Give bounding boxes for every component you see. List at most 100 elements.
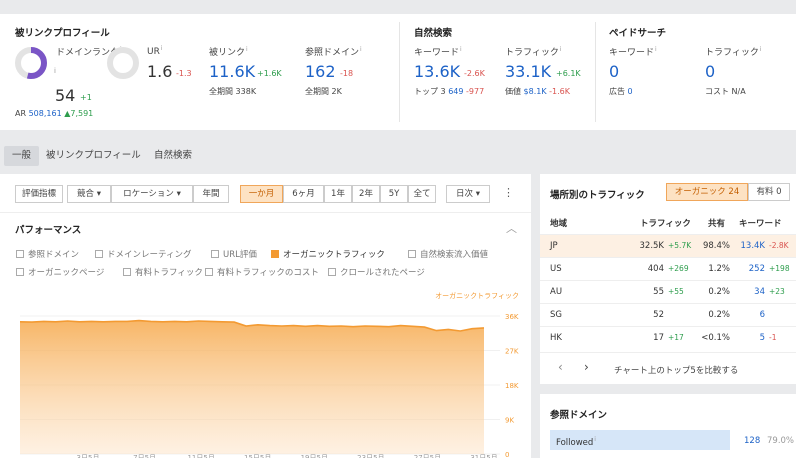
paid-traffic-label[interactable]: トラフィックi bbox=[705, 45, 762, 58]
refdomains-card-title: 参照ドメイン bbox=[550, 410, 608, 421]
metric-checkbox[interactable]: ドメインレーティング bbox=[95, 248, 192, 260]
header-keywords[interactable]: キーワード bbox=[739, 217, 782, 229]
paid-traffic-value[interactable]: 0 bbox=[705, 62, 715, 81]
divider bbox=[540, 352, 796, 353]
refdomains-alltime: 全期間 2K bbox=[305, 87, 342, 96]
backlinks-value[interactable]: 11.6K bbox=[209, 62, 255, 81]
tab-organic-search[interactable]: 自然検索 bbox=[146, 146, 200, 166]
range-button[interactable]: 全て bbox=[408, 185, 436, 203]
organic-title: 自然検索 bbox=[414, 28, 453, 39]
ur-label[interactable]: URi bbox=[147, 45, 163, 57]
checkbox-icon[interactable] bbox=[328, 268, 336, 276]
checkbox-label: 参照ドメイン bbox=[28, 250, 80, 260]
organic-traffic-delta: +6.1K bbox=[556, 69, 581, 78]
checkbox-label: クロールされたページ bbox=[340, 268, 425, 278]
checkbox-icon[interactable] bbox=[16, 268, 24, 276]
keywords-cell[interactable]: 34 bbox=[754, 287, 765, 297]
organic-kw-value[interactable]: 13.6K bbox=[414, 62, 460, 81]
checkbox-icon[interactable] bbox=[123, 268, 131, 276]
header-share[interactable]: 共有 bbox=[708, 217, 725, 229]
dr-delta: +1 bbox=[80, 93, 92, 102]
share-cell: 98.4% bbox=[702, 241, 730, 251]
paid-title: ペイドサーチ bbox=[609, 28, 667, 39]
table-row[interactable]: AU 55 +55 0.2% 34 +23 bbox=[540, 280, 796, 303]
metric-checkbox[interactable]: オーガニックトラフィック bbox=[271, 248, 385, 260]
compare-top5-link[interactable]: チャート上のトップ5を比較する bbox=[614, 364, 738, 376]
collapse-chevron-icon[interactable]: ︿ bbox=[506, 220, 517, 236]
paid-cost: コスト N/A bbox=[705, 87, 746, 96]
checkbox-icon[interactable] bbox=[271, 250, 279, 258]
checkbox-icon[interactable] bbox=[16, 250, 24, 258]
traffic-delta: +269 bbox=[668, 264, 689, 273]
range-button[interactable]: 5Y bbox=[380, 185, 408, 203]
metric-checkbox[interactable]: 自然検索流入価値 bbox=[408, 248, 488, 260]
interval-dropdown[interactable]: 日次 ▾ bbox=[446, 185, 490, 203]
y-tick-label: 9K bbox=[505, 417, 514, 425]
backlinks-label[interactable]: 被リンクi bbox=[209, 45, 248, 58]
ur-value: 1.6 bbox=[147, 62, 173, 81]
keywords-delta: -2.8K bbox=[769, 241, 789, 250]
tab-general[interactable]: 一般 bbox=[4, 146, 40, 166]
x-tick-label: 11日5月 bbox=[187, 454, 214, 458]
table-row[interactable]: JP 32.5K +5.7K 98.4% 13.4K -2.8K bbox=[540, 234, 796, 257]
metric-checkbox[interactable]: URL評価 bbox=[211, 248, 257, 260]
range-button[interactable]: 一か月 bbox=[240, 185, 283, 203]
location-dropdown[interactable]: ロケーション ▾ bbox=[111, 185, 193, 203]
table-row[interactable]: US 404 +269 1.2% 252 +198 bbox=[540, 257, 796, 280]
checkbox-icon[interactable] bbox=[408, 250, 416, 258]
metric-checkbox[interactable]: 有料トラフィックのコスト bbox=[205, 266, 319, 278]
followed-count[interactable]: 128 bbox=[744, 436, 760, 446]
metric-checkbox[interactable]: クロールされたページ bbox=[328, 266, 425, 278]
table-row[interactable]: HK 17 +17 <0.1% 5 -1 bbox=[540, 326, 796, 349]
more-options-icon[interactable]: ⋮ bbox=[503, 186, 514, 199]
keywords-cell[interactable]: 5 bbox=[760, 333, 765, 343]
backlinks-delta: +1.6K bbox=[257, 69, 282, 78]
prev-chevron-icon[interactable]: ‹ bbox=[558, 360, 563, 374]
range-button[interactable]: 1年 bbox=[324, 185, 352, 203]
metric-checkbox[interactable]: 有料トラフィック bbox=[123, 266, 203, 278]
dr-info-icon[interactable]: i bbox=[54, 67, 56, 75]
traffic-area bbox=[20, 320, 484, 454]
keywords-cell[interactable]: 13.4K bbox=[741, 241, 766, 251]
header-traffic[interactable]: トラフィック bbox=[640, 217, 691, 229]
keywords-delta: +198 bbox=[769, 264, 790, 273]
next-chevron-icon[interactable]: › bbox=[584, 360, 589, 374]
x-tick-label: 23日5月 bbox=[357, 454, 384, 458]
tab-backlink-profile[interactable]: 被リンクプロフィール bbox=[38, 146, 149, 166]
traffic-title: 場所別のトラフィック bbox=[550, 190, 645, 201]
organic-toggle-button[interactable]: オーガニック 24 bbox=[666, 183, 748, 201]
followed-label[interactable]: Followedi bbox=[556, 436, 596, 448]
x-tick-label: 15日5月 bbox=[244, 454, 271, 458]
backlink-title: 被リンクプロフィール bbox=[15, 28, 110, 39]
refdomains-label[interactable]: 参照ドメインi bbox=[305, 45, 362, 58]
table-row[interactable]: SG 52 0.2% 6 bbox=[540, 303, 796, 326]
checkbox-icon[interactable] bbox=[211, 250, 219, 258]
range-button[interactable]: 6ヶ月 bbox=[283, 185, 324, 203]
checkbox-label: オーガニックトラフィック bbox=[283, 250, 385, 260]
checkbox-label: 有料トラフィックのコスト bbox=[217, 268, 319, 278]
refdomains-card: 参照ドメイン Followedi 128 79.0% bbox=[540, 394, 796, 458]
metrics-button[interactable]: 評価指標 bbox=[15, 185, 63, 203]
competitors-dropdown[interactable]: 競合 ▾ bbox=[67, 185, 111, 203]
organic-traffic-label[interactable]: トラフィックi bbox=[505, 45, 562, 58]
paid-kw-value[interactable]: 0 bbox=[609, 62, 619, 81]
organic-kw-label[interactable]: キーワードi bbox=[414, 45, 462, 58]
range-button[interactable]: 2年 bbox=[352, 185, 380, 203]
annual-button[interactable]: 年間 bbox=[193, 185, 229, 203]
divider bbox=[595, 22, 596, 122]
checkbox-icon[interactable] bbox=[95, 250, 103, 258]
metric-checkbox[interactable]: 参照ドメイン bbox=[16, 248, 79, 260]
traffic-cell: 17 bbox=[653, 333, 664, 343]
paid-kw-label[interactable]: キーワードi bbox=[609, 45, 657, 58]
performance-chart: 36K 27K 18K 9K 0 オーガニックトラフィック 3日5月 7日5月 11日5月 15日… bbox=[19, 291, 519, 458]
keywords-cell[interactable]: 6 bbox=[760, 310, 765, 320]
share-cell: 1.2% bbox=[708, 264, 730, 274]
checkbox-icon[interactable] bbox=[205, 268, 213, 276]
header-location[interactable]: 地域 bbox=[550, 217, 567, 229]
organic-value: 価値 $8.1K -1.6K bbox=[505, 87, 571, 96]
metric-checkbox[interactable]: オーガニックページ bbox=[16, 266, 104, 278]
paid-toggle-button[interactable]: 有料 0 bbox=[748, 183, 790, 201]
organic-traffic-value[interactable]: 33.1K bbox=[505, 62, 551, 81]
refdomains-value[interactable]: 162 bbox=[305, 62, 336, 81]
keywords-cell[interactable]: 252 bbox=[749, 264, 765, 274]
